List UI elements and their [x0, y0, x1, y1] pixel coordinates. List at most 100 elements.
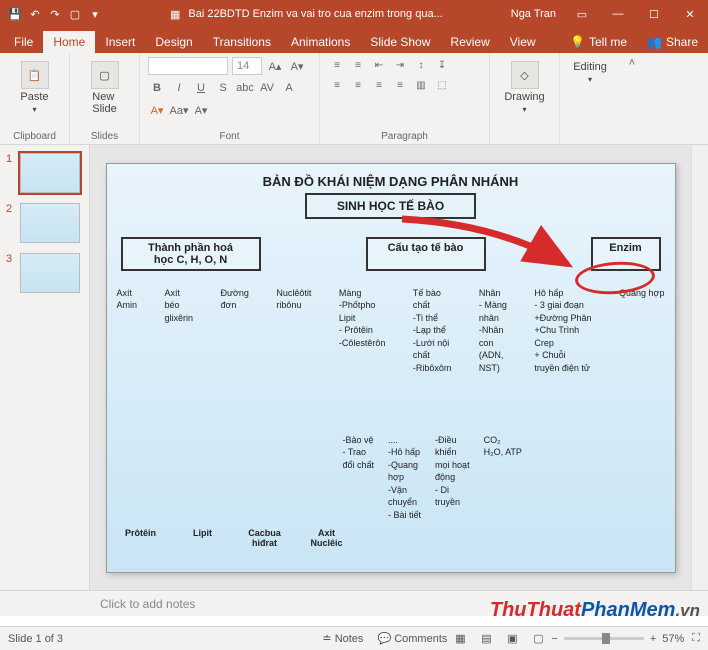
tab-home[interactable]: Home	[43, 31, 95, 53]
indent-decrease-button[interactable]: ⇤	[370, 57, 388, 73]
start-from-beginning-icon[interactable]: ▢	[68, 7, 82, 21]
numbering-button[interactable]: ≡	[349, 57, 367, 73]
slide-canvas[interactable]: BẢN ĐỒ KHÁI NIỆM DẠNG PHÂN NHÁNH SINH HỌ…	[90, 145, 691, 590]
tab-design[interactable]: Design	[145, 31, 202, 53]
collapse-ribbon-icon[interactable]: ˄	[629, 57, 635, 69]
maximize-icon[interactable]: ☐	[636, 0, 672, 28]
col-quanghop: Quang hợp	[619, 287, 664, 375]
notes-toggle[interactable]: ≐ Notes	[322, 632, 363, 645]
smartart-button[interactable]: ⬚	[433, 77, 451, 93]
mid-dieukhien: -Điều khiển mọi hoạt động - Di truyền	[435, 434, 470, 522]
tab-file[interactable]: File	[4, 31, 43, 53]
leaf-lipit: Lipit	[179, 528, 227, 548]
branch-2: Cấu tạo tế bào	[366, 237, 486, 271]
zoom-slider[interactable]	[564, 637, 644, 640]
group-font: 14 A▴ A▾ B I U S abc AV A A▾ Aa▾ A▾ Font	[140, 53, 320, 144]
decrease-font-icon[interactable]: A▾	[288, 57, 306, 75]
text-direction-button[interactable]: ↧	[433, 57, 451, 73]
col-mang: Màng -Phốtpho Lipit - Prôtêin -Côlestêrô…	[339, 287, 386, 375]
editing-label	[568, 129, 612, 144]
ribbon: 📋 Paste ▾ Clipboard ▢ New Slide Slides 1…	[0, 53, 708, 145]
leaf-axit-nucleic: Axit Nuclêic	[303, 528, 351, 548]
col-axit-amin: Axít Amin	[117, 287, 138, 375]
slide-content[interactable]: BẢN ĐỒ KHÁI NIỆM DẠNG PHÂN NHÁNH SINH HỌ…	[106, 163, 676, 573]
underline-button[interactable]: U	[192, 79, 210, 97]
new-slide-icon: ▢	[91, 61, 119, 89]
mid-hohap: .... -Hô hấp -Quang hợp -Vận chuyển - Bà…	[388, 434, 421, 522]
normal-view-icon[interactable]: ▦	[449, 630, 471, 648]
col-axit-beo: Axít béo glixêrin	[164, 287, 193, 375]
highlight-button[interactable]: A▾	[192, 101, 210, 119]
tab-insert[interactable]: Insert	[95, 31, 145, 53]
spacing-button[interactable]: AV	[258, 79, 276, 97]
drawing-label	[498, 129, 551, 144]
save-icon[interactable]: 💾	[8, 7, 22, 21]
shapes-icon: ◇	[511, 61, 539, 89]
branch-1: Thành phần hoá học C, H, O, N	[121, 237, 261, 271]
leaf-cacbua: Cacbua hiđrat	[241, 528, 289, 548]
tab-animations[interactable]: Animations	[281, 31, 360, 53]
tab-transitions[interactable]: Transitions	[203, 31, 281, 53]
bold-button[interactable]: B	[148, 79, 166, 97]
tab-slideshow[interactable]: Slide Show	[360, 31, 440, 53]
editing-button[interactable]: Editing▾	[568, 57, 612, 88]
quick-access-toolbar: 💾 ↶ ↷ ▢ ▾	[0, 7, 110, 21]
tab-view[interactable]: View	[500, 31, 546, 53]
slides-label: Slides	[78, 129, 131, 144]
new-slide-button[interactable]: ▢ New Slide	[78, 57, 131, 119]
bullets-button[interactable]: ≡	[328, 57, 346, 73]
align-right-button[interactable]: ≡	[370, 77, 388, 93]
comments-toggle[interactable]: 💬 Comments	[377, 632, 447, 645]
indent-increase-button[interactable]: ⇥	[391, 57, 409, 73]
qat-more-icon[interactable]: ▾	[88, 7, 102, 21]
reading-view-icon[interactable]: ▣	[501, 630, 523, 648]
increase-font-icon[interactable]: A▴	[266, 57, 284, 75]
align-left-button[interactable]: ≡	[328, 77, 346, 93]
thumbnail-3[interactable]: 3	[0, 251, 89, 295]
col-nucleotit: Nuclêôtit ribônu	[276, 287, 311, 375]
share-button[interactable]: 👥Share	[637, 31, 708, 53]
user-name[interactable]: Nga Tran	[503, 8, 564, 20]
font-size-select[interactable]: 14	[232, 57, 262, 75]
slide-thumbnails: 1 2 3	[0, 145, 90, 590]
strikethrough-button[interactable]: S	[214, 79, 232, 97]
root-node: SINH HỌC TẾ BÀO	[305, 193, 476, 219]
slideshow-view-icon[interactable]: ▢	[527, 630, 549, 648]
share-icon: 👥	[647, 35, 662, 49]
tab-review[interactable]: Review	[440, 31, 499, 53]
thumbnail-1[interactable]: 1	[0, 151, 89, 195]
zoom-out-icon[interactable]: −	[551, 633, 557, 645]
font-family-select[interactable]	[148, 57, 228, 75]
sorter-view-icon[interactable]: ▤	[475, 630, 497, 648]
clear-format-icon[interactable]: A	[280, 79, 298, 97]
paste-button[interactable]: 📋 Paste ▾	[8, 57, 61, 118]
columns-button[interactable]: ▥	[412, 77, 430, 93]
close-icon[interactable]: ✕	[672, 0, 708, 28]
vertical-scrollbar[interactable]	[691, 145, 708, 590]
italic-button[interactable]: I	[170, 79, 188, 97]
zoom-in-icon[interactable]: +	[650, 633, 656, 645]
clipboard-label: Clipboard	[8, 129, 61, 144]
line-spacing-button[interactable]: ↕	[412, 57, 430, 73]
branch-enzim: Enzim	[591, 237, 661, 271]
ribbon-options-icon[interactable]: ▭	[564, 0, 600, 28]
align-center-button[interactable]: ≡	[349, 77, 367, 93]
redo-icon[interactable]: ↷	[48, 7, 62, 21]
minimize-icon[interactable]: —	[600, 0, 636, 28]
tell-me-search[interactable]: 💡Tell me	[560, 31, 637, 53]
undo-icon[interactable]: ↶	[28, 7, 42, 21]
status-bar: Slide 1 of 3 ≐ Notes 💬 Comments ▦ ▤ ▣ ▢ …	[0, 626, 708, 650]
slide-counter[interactable]: Slide 1 of 3	[8, 633, 63, 645]
col-tebao-chat: Tế bào chất -Ti thể -Lạp thể -Lưới nội c…	[413, 287, 452, 375]
drawing-button[interactable]: ◇ Drawing▾	[498, 57, 551, 118]
justify-button[interactable]: ≡	[391, 77, 409, 93]
powerpoint-icon: ▦	[170, 8, 180, 21]
fit-window-icon[interactable]: ⛶	[692, 632, 700, 645]
title-bar: 💾 ↶ ↷ ▢ ▾ ▦ Bai 22BDTD Enzim va vai tro …	[0, 0, 708, 28]
lightbulb-icon: 💡	[570, 35, 585, 49]
change-case-button[interactable]: Aa▾	[170, 101, 188, 119]
font-color-button[interactable]: A▾	[148, 101, 166, 119]
shadow-button[interactable]: abc	[236, 79, 254, 97]
zoom-level[interactable]: 57%	[662, 633, 684, 645]
thumbnail-2[interactable]: 2	[0, 201, 89, 245]
